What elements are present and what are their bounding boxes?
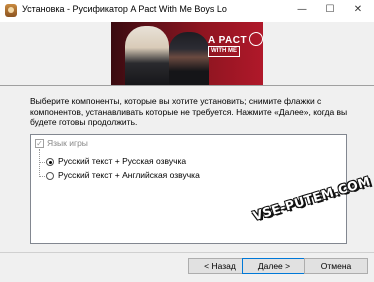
installer-app-icon — [5, 4, 17, 17]
banner-character-right — [169, 32, 209, 85]
components-list[interactable]: ✓ Язык игры Русский текст + Русская озву… — [30, 134, 347, 244]
banner-character-left — [125, 26, 169, 85]
option-radio[interactable] — [46, 158, 54, 166]
cancel-button[interactable]: Отмена — [304, 258, 368, 274]
option-label[interactable]: Русский текст + Русская озвучка — [58, 156, 186, 166]
banner-logo-line2: WITH ME — [208, 46, 240, 57]
tree-branch — [39, 176, 45, 177]
instructions-text: Выберите компоненты, которые вы хотите у… — [30, 96, 348, 127]
banner-logo-line1: A PACT — [208, 35, 248, 46]
option-label[interactable]: Русский текст + Английская озвучка — [58, 170, 200, 180]
game-banner-image: A PACT WITH ME — [111, 22, 263, 85]
banner-logo: A PACT WITH ME — [208, 36, 260, 57]
root-checkbox[interactable]: ✓ — [35, 139, 44, 148]
option-radio[interactable] — [46, 172, 54, 180]
tree-branch — [39, 162, 45, 163]
root-label: Язык игры — [47, 138, 88, 148]
button-row-separator — [0, 252, 374, 253]
tree-line — [39, 149, 40, 177]
next-button[interactable]: Далее > — [242, 258, 306, 274]
minimize-button[interactable]: — — [288, 0, 316, 22]
header-separator — [0, 85, 374, 86]
window-title: Установка - Русификатор A Pact With Me B… — [22, 4, 227, 14]
close-button[interactable]: ✕ — [344, 0, 372, 22]
title-bar: Установка - Русификатор A Pact With Me B… — [0, 0, 374, 22]
maximize-button[interactable]: ☐ — [316, 0, 344, 22]
